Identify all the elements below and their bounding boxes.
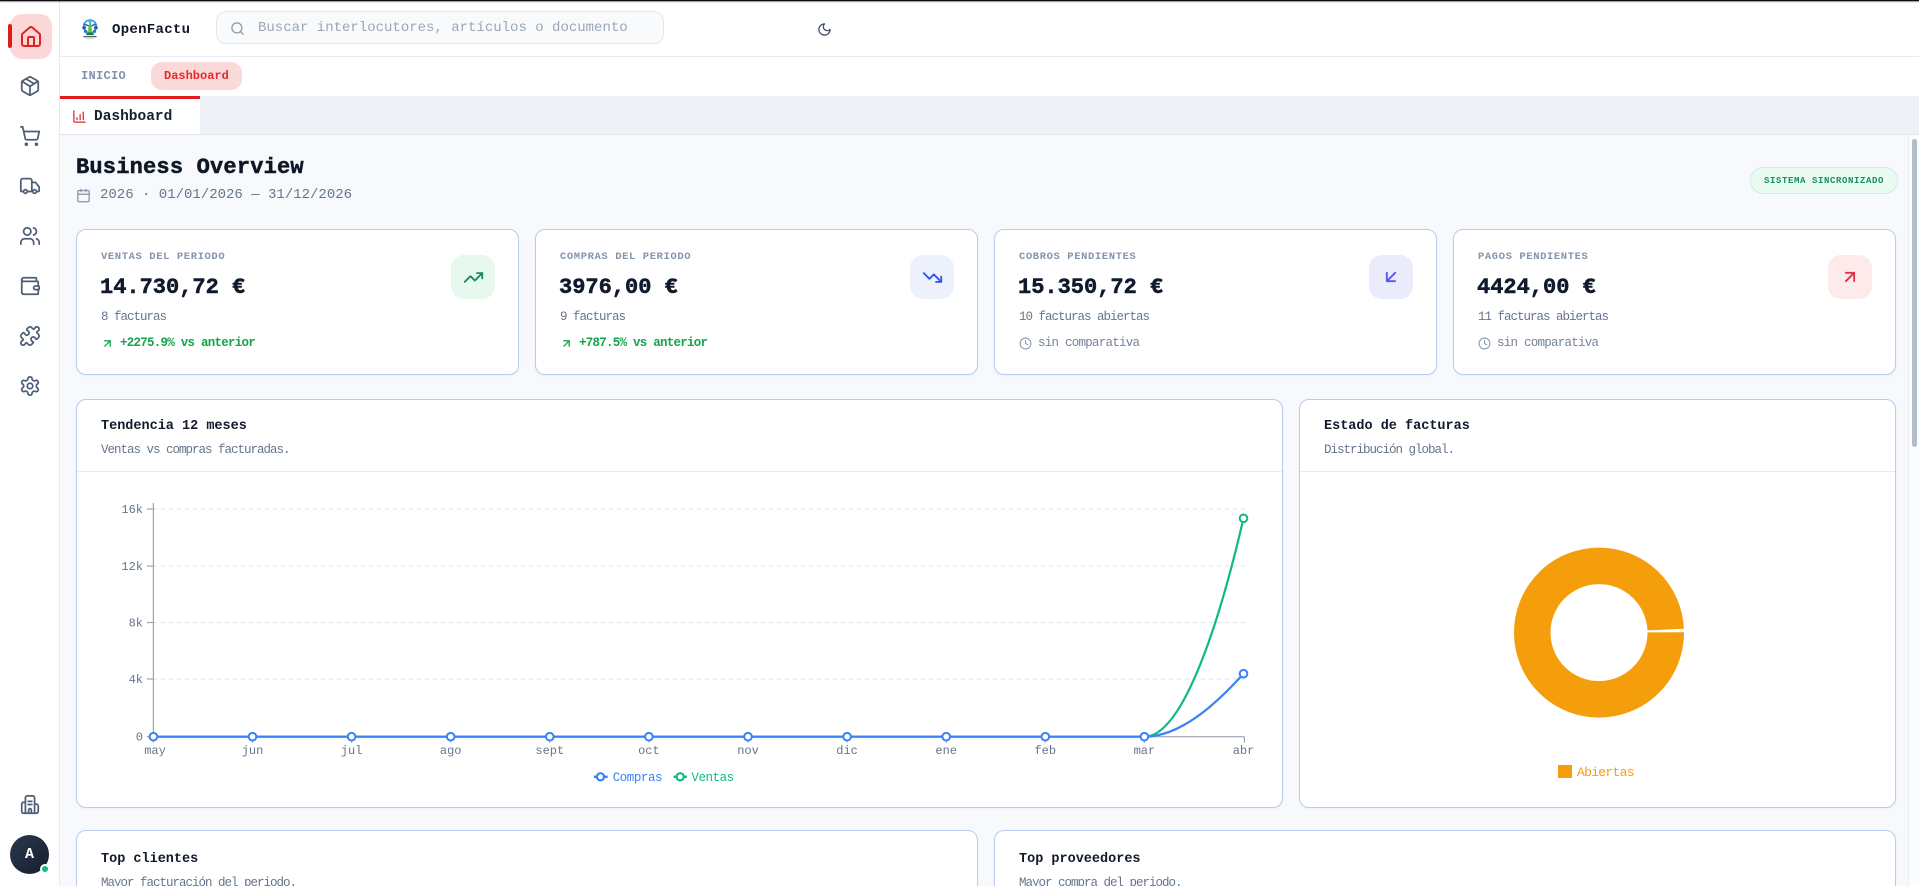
svg-text:Compras: Compras xyxy=(613,771,662,785)
svg-text:8k: 8k xyxy=(129,617,143,631)
svg-text:mar: mar xyxy=(1134,744,1156,758)
svg-text:Abiertas: Abiertas xyxy=(1577,765,1634,780)
svg-text:jun: jun xyxy=(242,744,264,758)
svg-text:Ventas: Ventas xyxy=(691,771,733,785)
svg-text:4k: 4k xyxy=(129,673,143,687)
svg-text:may: may xyxy=(144,744,166,758)
svg-text:0: 0 xyxy=(136,731,143,745)
svg-text:feb: feb xyxy=(1034,744,1056,758)
svg-text:ene: ene xyxy=(935,744,957,758)
svg-text:jul: jul xyxy=(341,744,363,758)
svg-text:ago: ago xyxy=(440,744,462,758)
svg-text:nov: nov xyxy=(737,744,759,758)
svg-text:oct: oct xyxy=(638,744,660,758)
svg-text:12k: 12k xyxy=(121,560,143,574)
svg-text:abr: abr xyxy=(1233,744,1255,758)
svg-text:16k: 16k xyxy=(121,503,143,517)
svg-text:dic: dic xyxy=(836,744,858,758)
svg-text:sept: sept xyxy=(535,744,564,758)
